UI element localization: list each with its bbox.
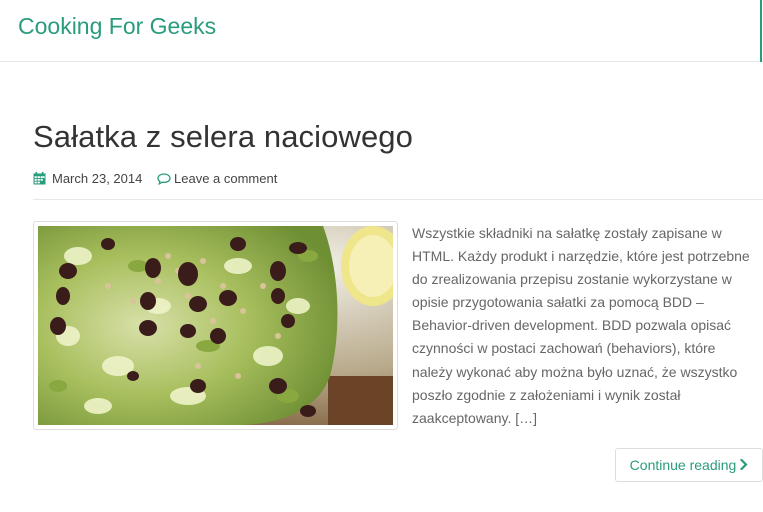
chevron-right-icon [736,457,748,473]
continue-reading-button[interactable]: Continue reading [615,448,763,482]
salad-photo [38,226,393,425]
post-excerpt: Wszystkie składniki na sałatkę zostały z… [412,225,750,426]
continue-reading-label: Continue reading [629,457,737,473]
post-date: March 23, 2014 [33,171,142,186]
post-date-link[interactable]: March 23, 2014 [52,171,142,186]
site-title-link[interactable]: Cooking For Geeks [18,13,216,40]
calendar-icon [33,172,52,185]
meta-divider [33,199,763,200]
site-header: Cooking For Geeks [0,0,763,62]
post-thumbnail[interactable] [33,221,398,430]
leave-comment-link[interactable]: Leave a comment [174,171,277,186]
header-accent-rule [760,0,762,62]
post-comment: Leave a comment [157,171,277,186]
post-title[interactable]: Sałatka z selera naciowego [33,119,413,155]
comment-icon [157,172,174,185]
